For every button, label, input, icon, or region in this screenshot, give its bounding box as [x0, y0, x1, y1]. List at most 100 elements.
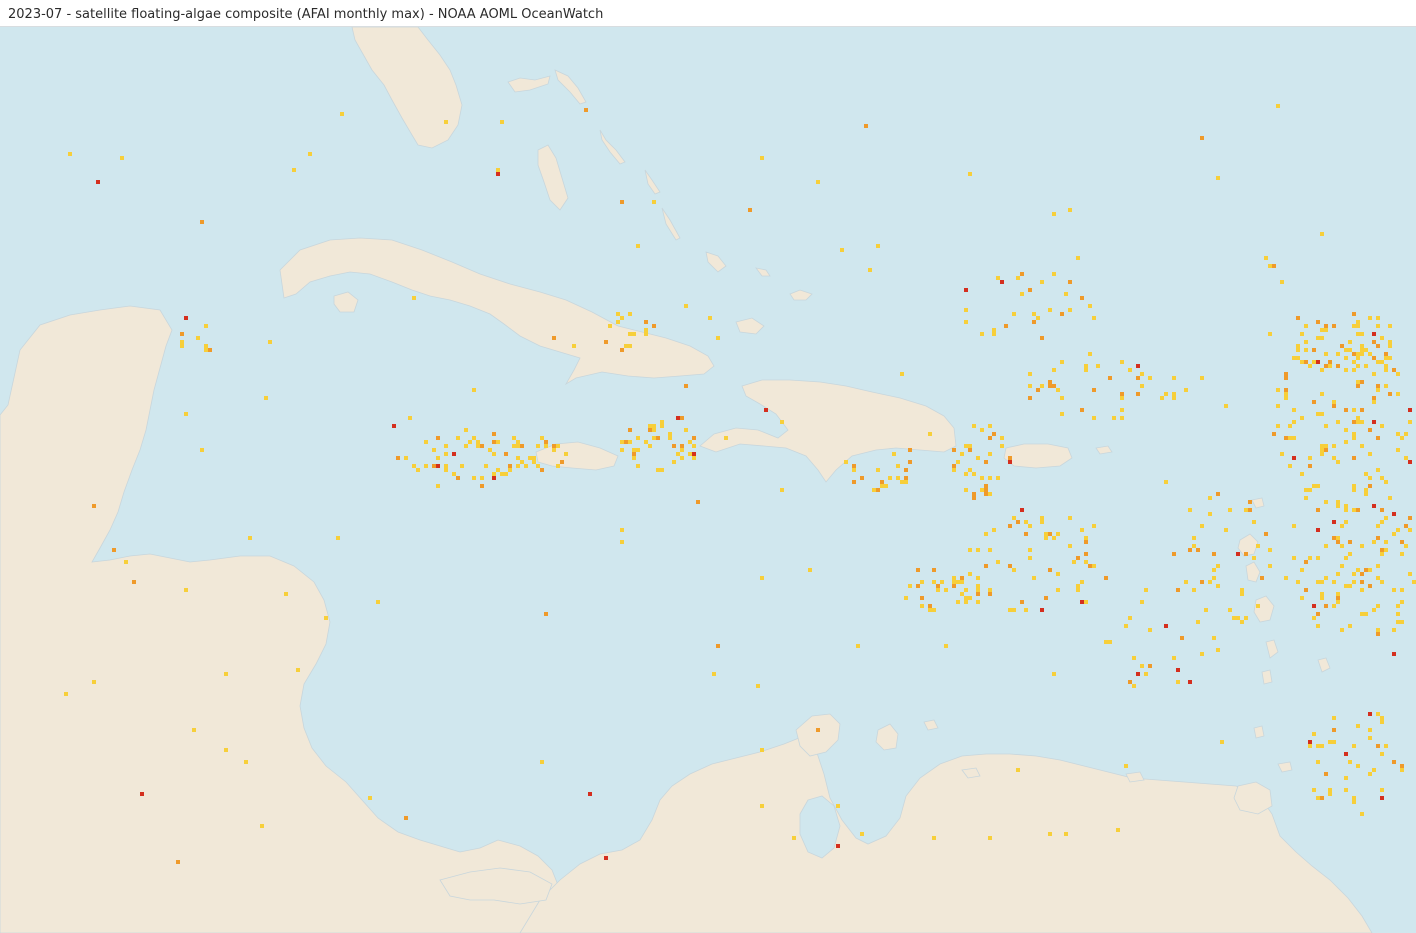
- algae-pixel: [1068, 516, 1072, 520]
- algae-pixel: [1384, 384, 1388, 388]
- algae-pixel: [1084, 600, 1088, 604]
- algae-pixel: [1332, 520, 1336, 524]
- algae-pixel: [1048, 568, 1052, 572]
- algae-pixel: [968, 172, 972, 176]
- algae-pixel: [1172, 552, 1176, 556]
- algae-pixel: [516, 440, 520, 444]
- algae-pixel: [1308, 456, 1312, 460]
- algae-pixel: [620, 528, 624, 532]
- algae-pixel: [584, 108, 588, 112]
- algae-pixel: [424, 464, 428, 468]
- algae-pixel: [1324, 448, 1328, 452]
- algae-pixel: [244, 760, 248, 764]
- algae-pixel: [1036, 388, 1040, 392]
- algae-pixel: [1376, 360, 1380, 364]
- algae-pixel: [1016, 276, 1020, 280]
- algae-pixel: [432, 448, 436, 452]
- algae-pixel: [1380, 424, 1384, 428]
- algae-pixel: [932, 836, 936, 840]
- algae-pixel: [1064, 292, 1068, 296]
- algae-pixel: [716, 644, 720, 648]
- algae-pixel: [1040, 520, 1044, 524]
- algae-pixel: [1108, 640, 1112, 644]
- algae-pixel: [1140, 600, 1144, 604]
- algae-pixel: [896, 476, 900, 480]
- algae-pixel: [480, 476, 484, 480]
- algae-pixel: [760, 804, 764, 808]
- algae-pixel: [308, 152, 312, 156]
- algae-pixel: [1340, 524, 1344, 528]
- algae-pixel: [620, 540, 624, 544]
- algae-pixel: [1040, 516, 1044, 520]
- algae-pixel: [1240, 592, 1244, 596]
- algae-pixel: [1368, 728, 1372, 732]
- algae-pixel: [1372, 396, 1376, 400]
- algae-pixel: [1332, 740, 1336, 744]
- algae-pixel: [412, 296, 416, 300]
- algae-pixel: [1332, 444, 1336, 448]
- algae-pixel: [1020, 508, 1024, 512]
- algae-pixel: [1344, 408, 1348, 412]
- algae-pixel: [1380, 752, 1384, 756]
- algae-pixel: [1200, 580, 1204, 584]
- algae-pixel: [964, 320, 968, 324]
- algae-pixel: [1376, 524, 1380, 528]
- algae-pixel: [1288, 464, 1292, 468]
- algae-pixel: [668, 436, 672, 440]
- algae-pixel: [532, 456, 536, 460]
- algae-pixel: [1312, 788, 1316, 792]
- algae-pixel: [1392, 652, 1396, 656]
- algae-pixel: [1088, 304, 1092, 308]
- algae-pixel: [1164, 624, 1168, 628]
- algae-pixel: [376, 600, 380, 604]
- algae-pixel: [1040, 280, 1044, 284]
- algae-pixel: [1380, 520, 1384, 524]
- algae-pixel: [1348, 760, 1352, 764]
- algae-pixel: [260, 824, 264, 828]
- algae-pixel: [1316, 508, 1320, 512]
- algae-pixel: [1396, 432, 1400, 436]
- algae-pixel: [1352, 456, 1356, 460]
- algae-pixel: [928, 432, 932, 436]
- algae-pixel: [92, 504, 96, 508]
- algae-pixel: [1212, 568, 1216, 572]
- algae-pixel: [1276, 404, 1280, 408]
- algae-pixel: [676, 416, 680, 420]
- algae-pixel: [1000, 280, 1004, 284]
- algae-pixel: [1336, 364, 1340, 368]
- algae-pixel: [1360, 812, 1364, 816]
- algae-pixel: [964, 444, 968, 448]
- algae-pixel: [1360, 544, 1364, 548]
- algae-pixel: [1368, 584, 1372, 588]
- algae-pixel: [1364, 488, 1368, 492]
- algae-pixel: [644, 320, 648, 324]
- algae-pixel: [860, 832, 864, 836]
- algae-pixel: [1348, 584, 1352, 588]
- algae-pixel: [1316, 412, 1320, 416]
- algae-pixel: [1028, 288, 1032, 292]
- algae-pixel: [1092, 316, 1096, 320]
- algae-pixel: [1212, 552, 1216, 556]
- algae-pixel: [628, 312, 632, 316]
- algae-pixel: [1364, 364, 1368, 368]
- map-canvas[interactable]: [0, 27, 1416, 933]
- algae-pixel: [904, 468, 908, 472]
- algae-pixel: [964, 488, 968, 492]
- algae-pixel: [1356, 380, 1360, 384]
- algae-pixel: [988, 452, 992, 456]
- algae-pixel: [1244, 616, 1248, 620]
- algae-pixel: [1404, 432, 1408, 436]
- algae-pixel: [1380, 552, 1384, 556]
- algae-pixel: [1352, 420, 1356, 424]
- algae-pixel: [1324, 328, 1328, 332]
- algae-pixel: [1316, 580, 1320, 584]
- algae-pixel: [1172, 656, 1176, 660]
- algae-pixel: [996, 560, 1000, 564]
- map-panel[interactable]: [0, 27, 1416, 933]
- algae-pixel: [1320, 392, 1324, 396]
- algae-pixel: [620, 200, 624, 204]
- algae-pixel: [624, 344, 628, 348]
- algae-pixel: [496, 168, 500, 172]
- algae-pixel: [1080, 408, 1084, 412]
- algae-pixel: [808, 568, 812, 572]
